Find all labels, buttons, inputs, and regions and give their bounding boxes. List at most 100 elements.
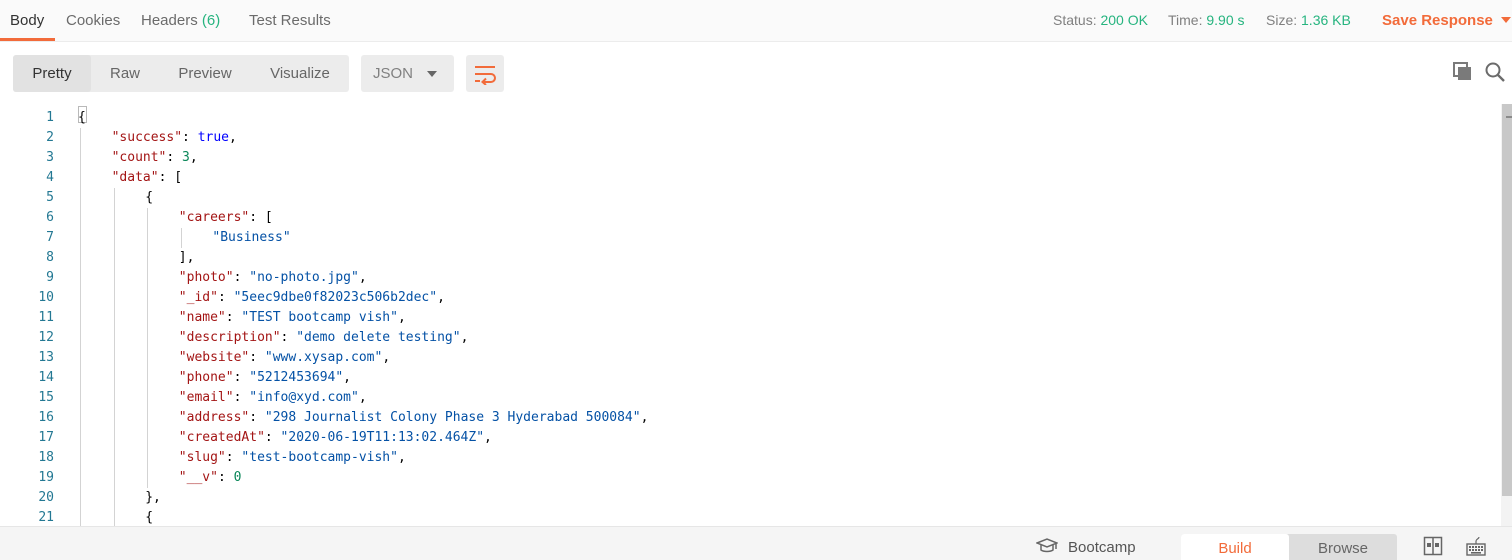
code-token: , [189, 150, 198, 165]
code-token: }, [145, 490, 161, 505]
view-mode-raw[interactable]: Raw [97, 55, 153, 92]
code-token: "createdAt" [178, 430, 265, 445]
line-number: 6 [46, 210, 54, 225]
search-button[interactable] [1484, 61, 1506, 83]
status-value: 200 OK [1100, 12, 1148, 28]
line-number: 14 [38, 370, 54, 385]
status-readout: Status: 200 OK [1053, 0, 1148, 42]
code-token: "test-bootcamp-vish" [241, 450, 398, 465]
indent-guide [113, 188, 115, 526]
code-token: { [145, 510, 154, 525]
browse-toggle-option[interactable]: Browse [1289, 534, 1397, 560]
line-number: 7 [46, 230, 54, 245]
line-number: 3 [46, 150, 54, 165]
size-label: Size: [1266, 12, 1298, 28]
line-number: 4 [46, 170, 54, 185]
code-token: { [145, 190, 154, 205]
keyboard-shortcuts-button[interactable] [1466, 536, 1486, 556]
wrap-lines-button[interactable] [466, 55, 504, 92]
code-text: "description": "demo delete testing", [179, 328, 469, 348]
bootcamp-button[interactable]: Bootcamp [1034, 527, 1136, 560]
code-line: 17 "createdAt": "2020-06-19T11:13:02.464Z… [0, 428, 1500, 448]
code-text: "success": true, [112, 128, 237, 148]
tab-test-results-label: Test Results [249, 12, 331, 29]
two-pane-view-button[interactable] [1423, 536, 1443, 556]
build-toggle-option[interactable]: Build [1181, 534, 1289, 560]
code-line: 19 "__v": 0 [0, 468, 1500, 488]
code-token: : [166, 150, 183, 165]
code-token: , [640, 410, 649, 425]
headers-count-badge: (6) [201, 12, 221, 29]
code-token: : [249, 350, 265, 365]
line-number: 11 [38, 310, 54, 325]
active-tab-indicator [0, 38, 55, 41]
code-token: : [280, 330, 297, 345]
tab-test-results[interactable]: Test Results [249, 0, 331, 42]
indent-guide [80, 128, 81, 526]
view-mode-pretty[interactable]: Pretty [13, 55, 91, 92]
tab-headers-label: Headers [141, 12, 198, 29]
format-select[interactable]: JSON [361, 55, 454, 92]
tab-cookies[interactable]: Cookies [66, 0, 120, 42]
format-select-value: JSON [373, 65, 414, 82]
code-token: : [ [249, 210, 273, 225]
status-bar: Bootcamp Build Browse [0, 526, 1512, 560]
code-token: , [343, 370, 351, 385]
view-mode-visualize[interactable]: Visualize [257, 55, 343, 92]
editor-vertical-scrollbar[interactable] [1501, 104, 1512, 526]
size-value: 1.36 KB [1301, 12, 1351, 28]
code-token: , [437, 290, 445, 305]
line-number: 9 [46, 270, 54, 285]
code-token: : [233, 270, 250, 285]
code-token: "298 Journalist Colony Phase 3 Hyderabad… [264, 410, 641, 425]
view-mode-preview[interactable]: Preview [163, 55, 247, 92]
line-number: 1 [46, 110, 54, 125]
code-text: "Business" [212, 228, 290, 248]
code-text: "email": "info@xyd.com", [179, 388, 367, 408]
code-token: "data" [111, 170, 159, 185]
copy-button[interactable] [1452, 61, 1474, 83]
line-number: 17 [38, 430, 54, 445]
code-line: 9 "photo": "no-photo.jpg", [0, 268, 1500, 288]
code-token: { [78, 110, 86, 125]
code-token: "address" [178, 410, 250, 425]
save-response-button[interactable]: Save Response [1382, 0, 1511, 42]
code-token: : [233, 370, 250, 385]
tab-body[interactable]: Body [10, 0, 44, 42]
code-text: "phone": "5212453694", [179, 368, 351, 388]
code-line: 15 "email": "info@xyd.com", [0, 388, 1500, 408]
code-token: ], [178, 250, 195, 265]
two-pane-icon [1423, 536, 1443, 556]
line-number: 19 [38, 470, 54, 485]
code-token: , [358, 270, 367, 285]
code-token: "TEST bootcamp vish" [241, 310, 398, 325]
copy-icon [1453, 62, 1471, 80]
wrap-lines-icon [475, 66, 496, 85]
code-text: "_id": "5eec9dbe0f82023c506b2dec", [179, 288, 445, 308]
code-token: "www.xysap.com" [264, 350, 383, 365]
code-token: "success" [111, 130, 183, 145]
code-token: "phone" [178, 370, 234, 385]
tab-headers[interactable]: Headers (6) [141, 0, 220, 42]
code-line: 7 "Business" [0, 228, 1500, 248]
code-token: "count" [111, 150, 167, 165]
build-browse-toggle: Build Browse [1181, 534, 1397, 560]
response-body-editor[interactable]: 1{2 "success": true, 3 "count": 3, 4 "data": … [0, 104, 1512, 526]
code-text: "__v": 0 [179, 468, 242, 488]
code-token: "photo" [178, 270, 234, 285]
code-token: "email" [178, 390, 234, 405]
code-token: "demo delete testing" [296, 330, 461, 345]
editor-scrollbar-thumb[interactable] [1502, 104, 1512, 496]
code-text: }, [145, 488, 161, 508]
code-token: : [ [158, 170, 183, 185]
code-token: 3 [182, 150, 190, 165]
line-number: 21 [38, 510, 54, 525]
tab-cookies-label: Cookies [66, 12, 121, 29]
code-text: "name": "TEST bootcamp vish", [179, 308, 406, 328]
code-line: 2 "success": true, [0, 128, 1500, 148]
code-line: 6 "careers": [ [0, 208, 1500, 228]
code-token: : [249, 410, 265, 425]
graduation-cap-icon [1034, 538, 1060, 553]
code-token: , [382, 350, 391, 365]
code-line: 11 "name": "TEST bootcamp vish", [0, 308, 1500, 328]
